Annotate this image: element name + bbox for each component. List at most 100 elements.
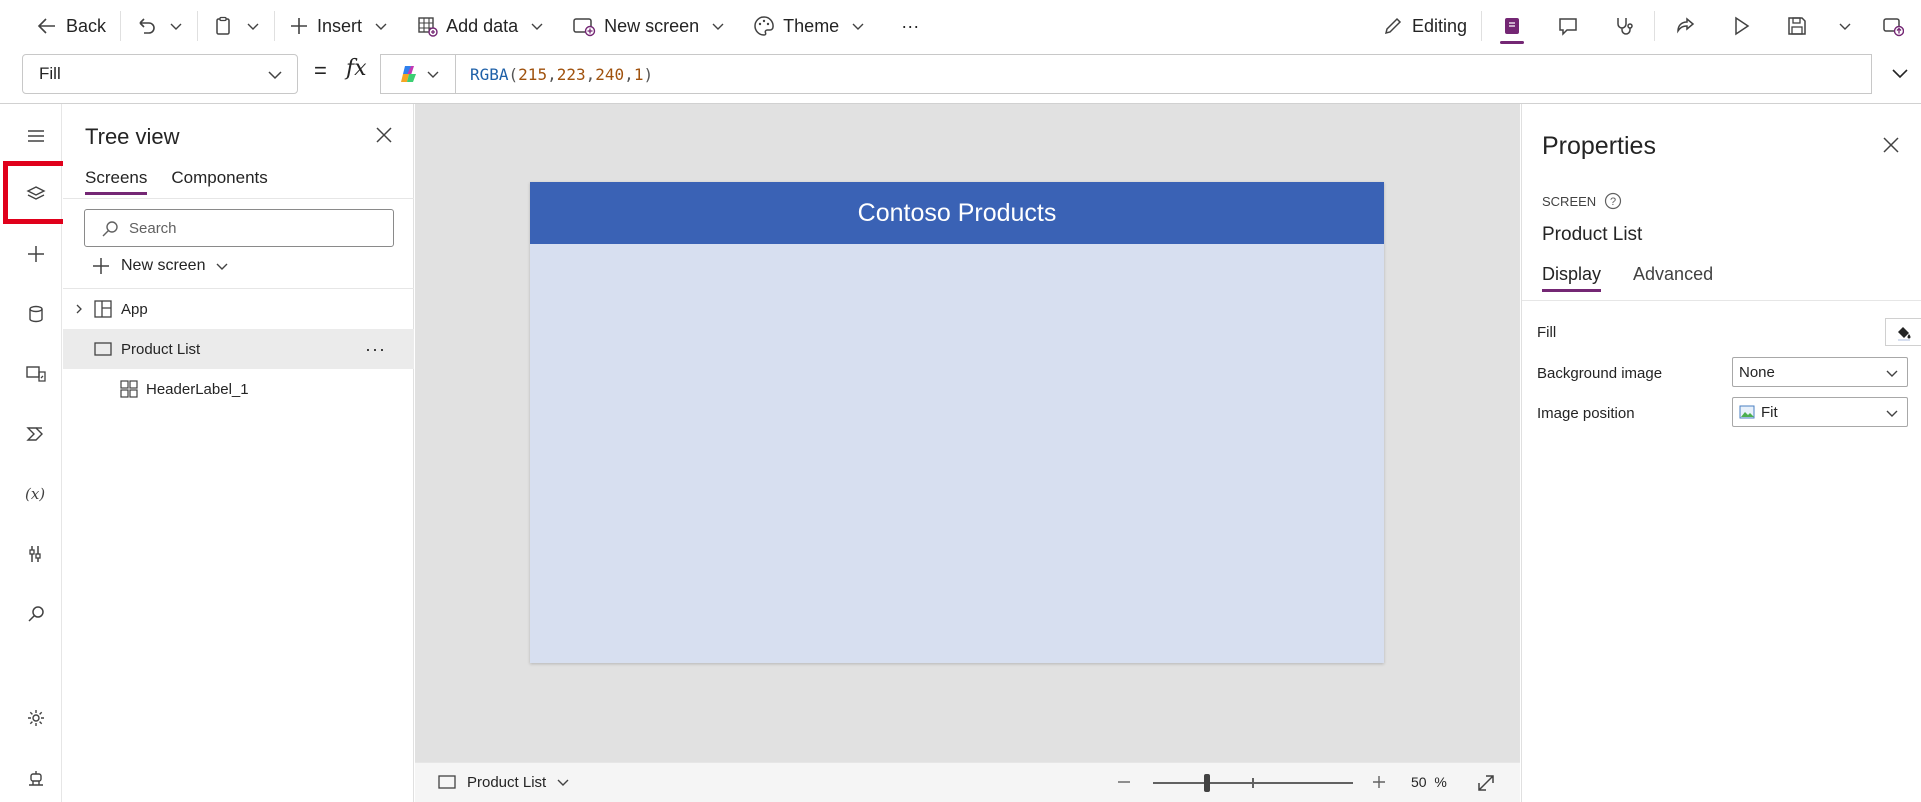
- tree-new-screen-button[interactable]: New screen: [91, 256, 229, 276]
- tree-node-product-list[interactable]: Product List ···: [63, 329, 414, 369]
- gear-icon: [28, 710, 44, 726]
- preview-button[interactable]: [1713, 0, 1769, 52]
- expand-formula-button[interactable]: [1891, 64, 1909, 82]
- tree-node-more-button[interactable]: ···: [365, 339, 386, 360]
- chevron-down-icon: [268, 71, 282, 80]
- settings-rail-button[interactable]: [10, 698, 62, 738]
- zoom-value: 50 %: [1411, 774, 1447, 790]
- back-label: Back: [66, 15, 107, 36]
- tree-node-headerlabel[interactable]: HeaderLabel_1: [63, 369, 414, 409]
- notebook-icon: [1505, 18, 1519, 34]
- share-button[interactable]: [1657, 0, 1713, 52]
- insert-button[interactable]: Insert: [283, 8, 394, 44]
- add-data-button[interactable]: Add data: [410, 8, 550, 44]
- tab-advanced[interactable]: Advanced: [1633, 264, 1713, 292]
- publish-icon: [1883, 18, 1904, 37]
- tools-icon: [29, 546, 41, 562]
- back-button[interactable]: Back: [30, 8, 112, 44]
- back-arrow-icon: [37, 18, 55, 34]
- zoom-slider[interactable]: [1153, 774, 1353, 792]
- copilot-button[interactable]: [380, 54, 456, 94]
- media-rail-button[interactable]: [10, 354, 62, 394]
- zoom-out-button[interactable]: [1115, 773, 1133, 791]
- formula-arg-a: 1: [633, 64, 644, 84]
- save-menu-button[interactable]: [1825, 0, 1865, 52]
- theme-button[interactable]: Theme: [747, 8, 871, 44]
- paste-button[interactable]: [206, 8, 240, 44]
- screen-picker[interactable]: Product List: [437, 772, 570, 792]
- image-position-dropdown[interactable]: Fit: [1732, 397, 1908, 427]
- publish-button[interactable]: [1865, 0, 1921, 52]
- power-automate-icon: [26, 427, 43, 441]
- background-image-dropdown[interactable]: None: [1732, 357, 1908, 387]
- separator: [274, 11, 276, 41]
- property-select[interactable]: Fill: [22, 54, 298, 94]
- new-screen-button[interactable]: New screen: [566, 8, 731, 44]
- search-icon: [28, 606, 44, 622]
- add-data-icon: [418, 17, 438, 37]
- tree-view-close-button[interactable]: [375, 126, 393, 144]
- formula-arg-r: 215: [518, 64, 548, 84]
- zoom-in-button[interactable]: [1370, 773, 1388, 791]
- app-checker-button[interactable]: [1596, 0, 1652, 52]
- chevron-down-icon: [247, 23, 259, 30]
- close-icon: [376, 127, 392, 143]
- help-icon[interactable]: ?: [1604, 192, 1622, 210]
- power-automate-rail-button[interactable]: [10, 414, 62, 454]
- separator: [1654, 11, 1655, 41]
- search-rail-button[interactable]: [10, 594, 62, 634]
- tab-screens[interactable]: Screens: [85, 168, 148, 195]
- properties-close-button[interactable]: [1882, 136, 1900, 154]
- undo-button[interactable]: [129, 8, 163, 44]
- tree-new-screen-label: New screen: [121, 257, 206, 274]
- paint-bucket-icon: [1897, 327, 1910, 341]
- header-label[interactable]: Contoso Products: [530, 182, 1384, 244]
- palette-icon: [754, 16, 774, 36]
- chevron-down-icon: [170, 23, 182, 30]
- selection-kind: SCREEN ?: [1542, 192, 1622, 210]
- tab-display[interactable]: Display: [1542, 264, 1602, 292]
- data-rail-button[interactable]: [10, 294, 62, 334]
- tree-node-app[interactable]: App: [63, 289, 414, 329]
- tree-search-placeholder: Search: [129, 219, 177, 237]
- image-position-label: Image position: [1537, 405, 1635, 422]
- bot-icon: [29, 771, 43, 786]
- editing-button[interactable]: Editing: [1376, 8, 1473, 44]
- save-button[interactable]: [1769, 0, 1825, 52]
- selection-kind-label: SCREEN: [1542, 193, 1597, 209]
- minus-icon: [1118, 781, 1130, 783]
- variables-rail-button[interactable]: (x): [10, 474, 62, 514]
- plus-icon: [93, 258, 109, 274]
- formula-arg-g: 223: [556, 64, 586, 84]
- app-checker-notes-button[interactable]: [1484, 0, 1540, 52]
- virtual-agent-rail-button[interactable]: [10, 758, 62, 798]
- chevron-down-icon: [557, 779, 569, 786]
- new-screen-label: New screen: [604, 15, 700, 36]
- zoom-slider-thumb[interactable]: [1204, 774, 1210, 792]
- tree-search-input[interactable]: Search: [84, 209, 394, 247]
- fill-color-picker[interactable]: [1885, 318, 1921, 346]
- formula-function: RGBA: [470, 64, 509, 84]
- comments-button[interactable]: [1540, 0, 1596, 52]
- formula-comma: ,: [547, 64, 557, 84]
- hamburger-menu-button[interactable]: [10, 116, 62, 156]
- canvas-status-bar: Product List 50 %: [415, 762, 1520, 802]
- insert-rail-button[interactable]: [10, 234, 62, 274]
- fit-to-window-button[interactable]: [1475, 772, 1497, 794]
- paste-menu-button[interactable]: [240, 8, 266, 44]
- more-commands-button[interactable]: ···: [895, 8, 925, 44]
- formula-input[interactable]: RGBA(215, 223, 240, 1): [455, 54, 1872, 94]
- undo-menu-button[interactable]: [163, 8, 189, 44]
- divider: [63, 198, 414, 199]
- label-control-icon: [120, 380, 138, 398]
- chevron-down-icon: [375, 23, 387, 30]
- separator: [197, 11, 199, 41]
- chevron-down-icon: [1839, 23, 1851, 30]
- app-screen-product-list[interactable]: Contoso Products: [530, 182, 1384, 663]
- advanced-tools-rail-button[interactable]: [10, 534, 62, 574]
- expand-icon: [1478, 775, 1494, 791]
- play-icon: [1735, 16, 1750, 36]
- save-icon: [1788, 17, 1806, 35]
- tab-components[interactable]: Components: [171, 168, 267, 195]
- stethoscope-icon: [1617, 18, 1633, 35]
